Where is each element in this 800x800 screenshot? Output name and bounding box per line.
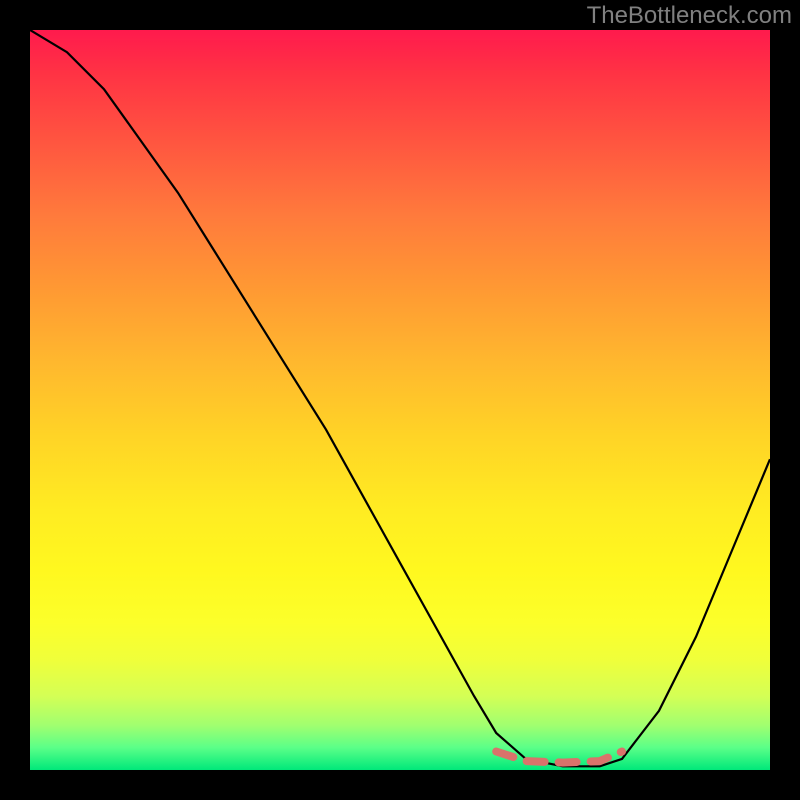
bottleneck-curve (30, 30, 770, 766)
watermark-text: TheBottleneck.com (587, 2, 792, 30)
optimal-range-marker (496, 752, 622, 763)
chart-svg (30, 30, 770, 770)
chart-plot-area (30, 30, 770, 770)
